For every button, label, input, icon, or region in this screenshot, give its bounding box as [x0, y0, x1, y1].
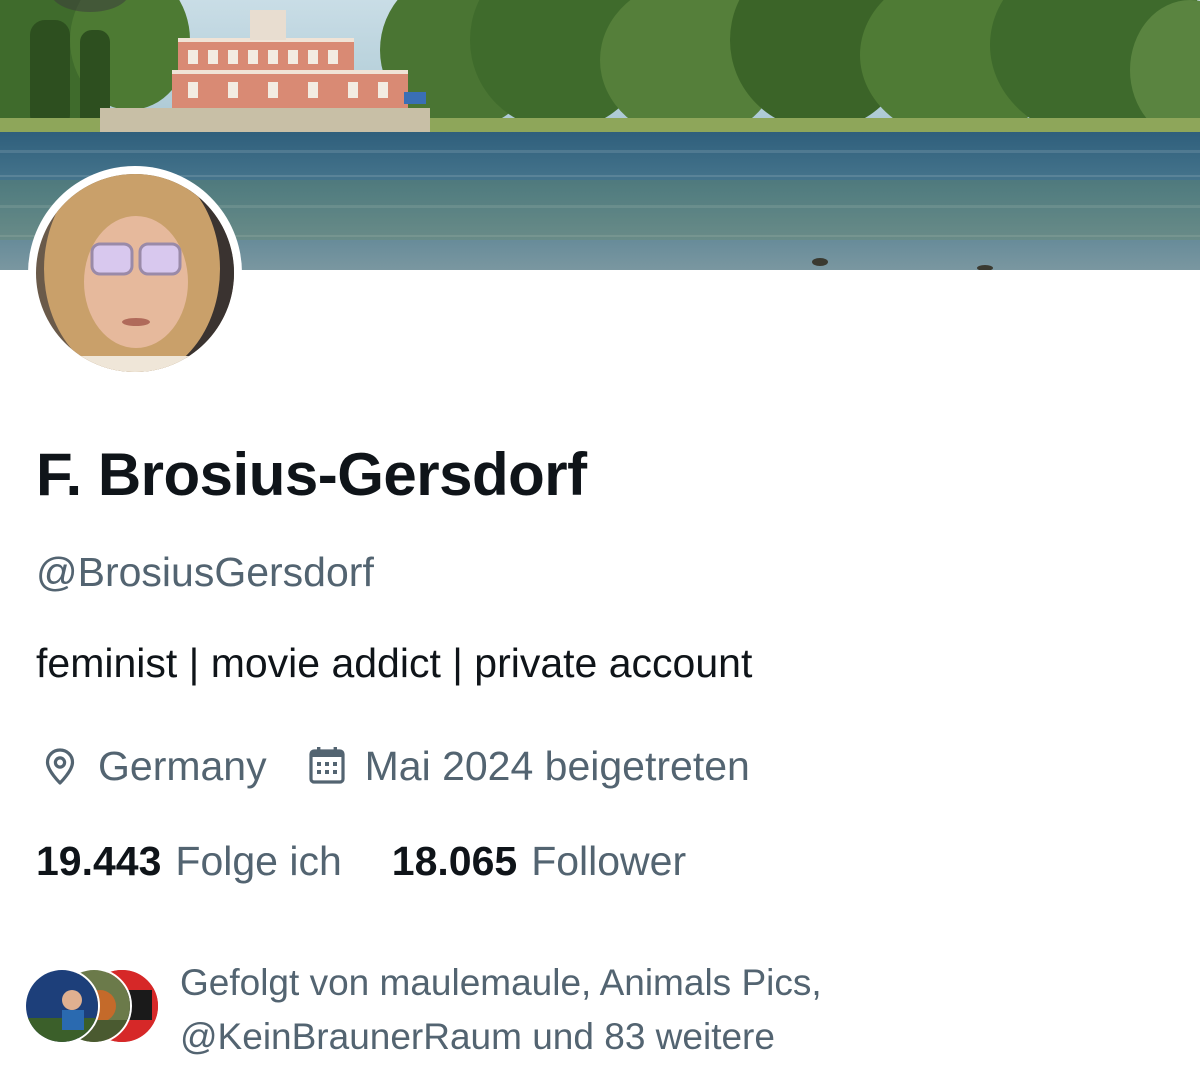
location: Germany	[36, 742, 267, 790]
following-link[interactable]: 19.443 Folge ich	[36, 838, 342, 885]
calendar-icon	[303, 742, 351, 790]
profile-avatar[interactable]	[28, 166, 242, 380]
followed-by-line-2: @KeinBraunerRaum und 83 weitere	[180, 1016, 775, 1057]
followers-link[interactable]: 18.065 Follower	[392, 838, 686, 885]
following-count: 19.443	[36, 837, 162, 884]
followers-label: Follower	[531, 837, 687, 884]
join-date-text: Mai 2024 beigetreten	[364, 742, 750, 789]
following-label: Folge ich	[175, 837, 342, 884]
followers-count: 18.065	[391, 837, 518, 884]
follow-stats: 19.443 Folge ich 18.065 Follower	[36, 835, 686, 887]
username-handle: @BrosiusGersdorf	[36, 549, 374, 595]
followed-by-avatars[interactable]	[24, 968, 164, 1044]
display-name: F. Brosius-Gersdorf	[36, 441, 587, 508]
followed-by-text[interactable]: Gefolgt von maulemaule, Animals Pics, @K…	[180, 956, 1180, 1064]
profile-meta: Germany Mai 2024 beigetreten	[36, 740, 750, 792]
location-pin-icon	[36, 742, 84, 790]
location-text: Germany	[98, 742, 267, 789]
join-date: Mai 2024 beigetreten	[303, 742, 750, 790]
profile-bio: feminist | movie addict | private accoun…	[36, 640, 753, 686]
follower-avatar	[24, 968, 100, 1044]
followed-by-line-1: Gefolgt von maulemaule, Animals Pics,	[180, 962, 822, 1003]
